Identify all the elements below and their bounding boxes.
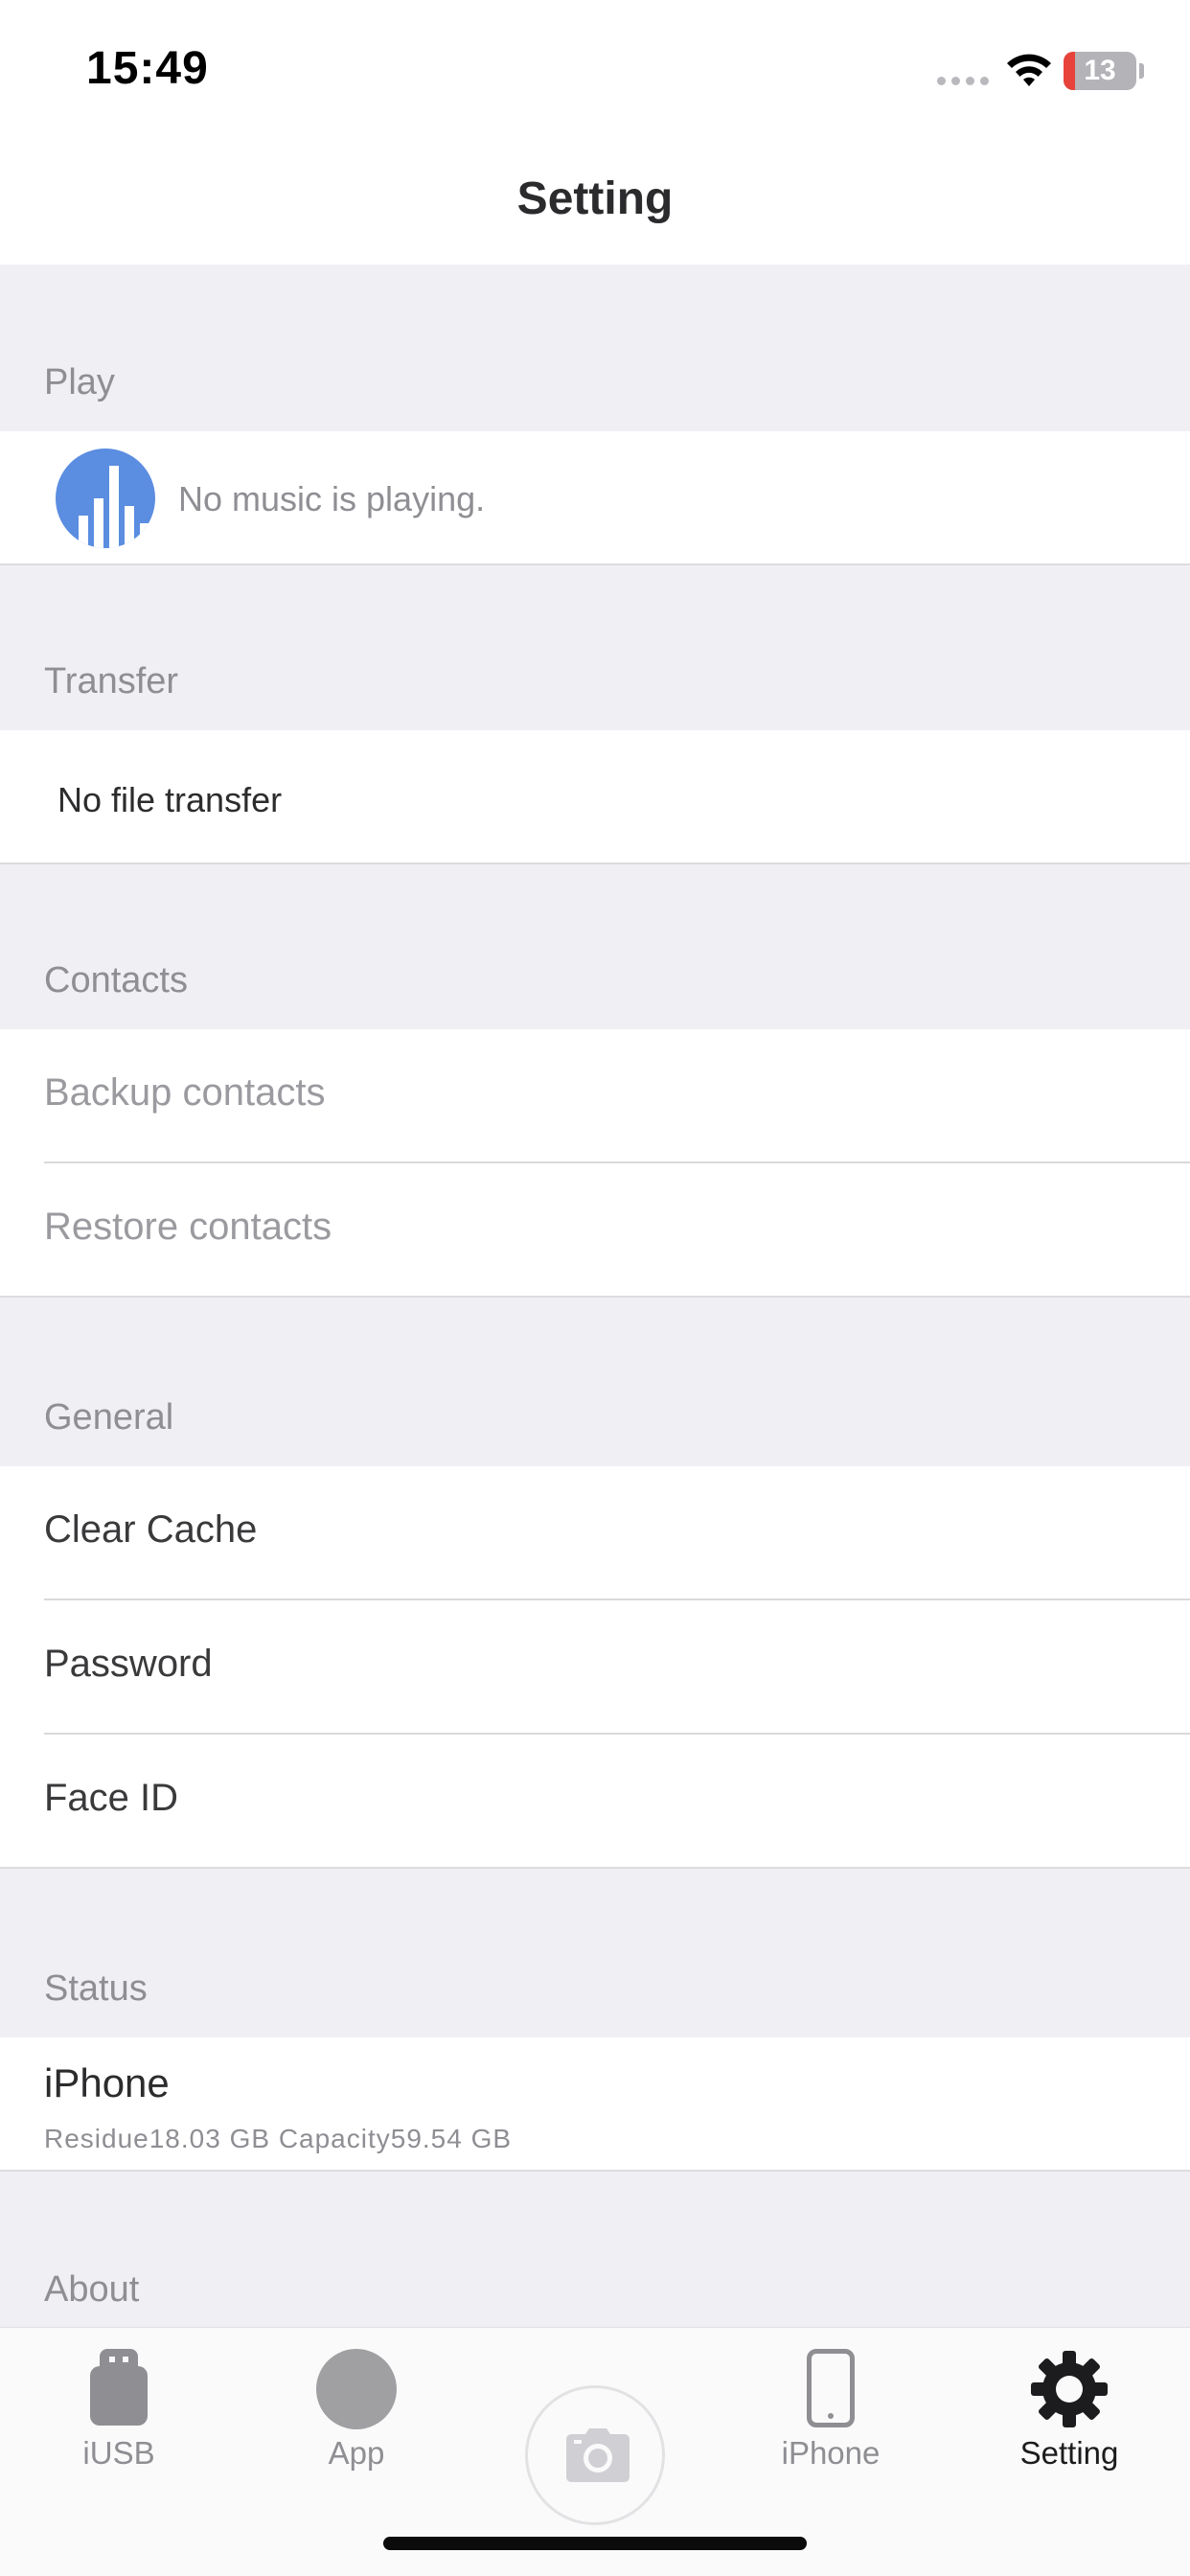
usb-drive-body xyxy=(90,2366,148,2426)
section-header-about: About xyxy=(44,2269,140,2310)
device-status-cell: iPhone Residue18.03 GB Capacity59.54 GB xyxy=(0,2037,1190,2172)
storage-info: Residue18.03 GB Capacity59.54 GB xyxy=(44,2124,513,2153)
tab-label-setting: Setting xyxy=(1019,2435,1119,2471)
cellular-signal-icon xyxy=(937,77,989,85)
password-label: Password xyxy=(44,1643,213,1685)
clear-cache-cell[interactable]: Clear Cache xyxy=(0,1466,1190,1600)
battery-tip xyxy=(1139,63,1144,79)
home-indicator[interactable] xyxy=(383,2537,807,2550)
backup-contacts-cell[interactable]: Backup contacts xyxy=(0,1029,1190,1163)
tab-iusb[interactable]: iUSB xyxy=(33,2328,205,2500)
transfer-status-cell[interactable]: No file transfer xyxy=(0,730,1190,864)
tab-setting[interactable]: Setting xyxy=(983,2328,1156,2500)
music-equalizer-icon xyxy=(56,448,155,548)
camera-button[interactable] xyxy=(525,2385,665,2525)
face-id-cell[interactable]: Face ID xyxy=(0,1735,1190,1869)
transfer-status-text: No file transfer xyxy=(57,780,283,819)
section-header-status: Status xyxy=(44,1968,148,2009)
wifi-icon xyxy=(1007,54,1051,86)
tab-label-iusb: iUSB xyxy=(82,2435,155,2471)
restore-contacts-cell[interactable]: Restore contacts xyxy=(0,1163,1190,1298)
tab-label-app: App xyxy=(328,2435,385,2471)
tab-bar: iUSB App iPhone Setting xyxy=(0,2327,1190,2576)
status-bar: 15:49 13 xyxy=(0,0,1190,134)
clear-cache-label: Clear Cache xyxy=(44,1508,258,1551)
section-header-contacts: Contacts xyxy=(44,960,188,1000)
now-playing-text: No music is playing. xyxy=(178,479,486,518)
tab-label-iphone: iPhone xyxy=(781,2435,881,2471)
battery-percent: 13 xyxy=(1084,55,1116,86)
device-name: iPhone xyxy=(44,2060,170,2105)
section-header-play: Play xyxy=(44,362,115,402)
password-cell[interactable]: Password xyxy=(0,1600,1190,1735)
restore-contacts-label: Restore contacts xyxy=(44,1206,332,1248)
phone-icon xyxy=(807,2349,855,2427)
now-playing-cell[interactable]: No music is playing. xyxy=(0,431,1190,565)
section-header-general: General xyxy=(44,1397,174,1438)
face-id-label: Face ID xyxy=(44,1777,179,1819)
tab-iphone[interactable]: iPhone xyxy=(744,2328,917,2500)
gear-icon xyxy=(1031,2351,1108,2427)
navigation-bar: Setting xyxy=(0,134,1190,264)
camera-icon xyxy=(566,2428,629,2482)
status-time: 15:49 xyxy=(86,43,209,94)
backup-contacts-label: Backup contacts xyxy=(44,1071,326,1114)
settings-screen: 15:49 13 Setting Play No music is playin… xyxy=(0,0,1190,2576)
app-circle-icon xyxy=(316,2349,397,2429)
page-title: Setting xyxy=(516,173,674,224)
battery-icon: 13 xyxy=(1064,52,1136,90)
section-header-transfer: Transfer xyxy=(44,661,179,702)
tab-app[interactable]: App xyxy=(270,2328,443,2500)
